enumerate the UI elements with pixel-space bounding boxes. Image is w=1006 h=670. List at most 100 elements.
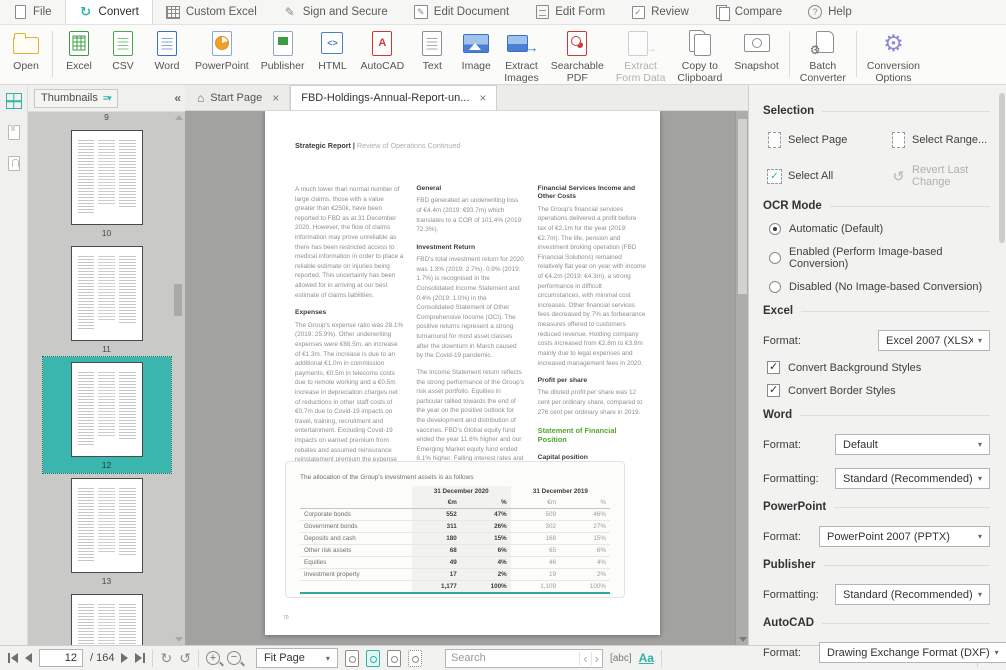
- prev-page-button[interactable]: [25, 653, 32, 663]
- toolbar-batch-converter[interactable]: Batch Converter: [794, 29, 852, 84]
- menu-tab-help[interactable]: Help: [795, 0, 865, 24]
- select-range-button[interactable]: Select Range...: [891, 132, 990, 148]
- options-panel-scrollbar[interactable]: [999, 93, 1005, 243]
- thumbnails-panel-icon[interactable]: [6, 93, 22, 109]
- thumbnail-page-10[interactable]: 10: [43, 125, 171, 241]
- thumbnail-page-11[interactable]: 11: [43, 241, 171, 357]
- doc-tab-fbd-holdings-annual-report-u[interactable]: FBD-Holdings-Annual-Report-un...: [290, 85, 497, 110]
- toolbar-item-label: Snapshot: [734, 60, 778, 72]
- thumbnail-page-13[interactable]: 13: [43, 473, 171, 589]
- toolbar-excel[interactable]: Excel: [57, 29, 101, 72]
- zoom-in-button[interactable]: [206, 651, 220, 665]
- menu-tab-sign-and-secure[interactable]: Sign and Secure: [270, 0, 401, 24]
- section-publisher-formatting-dropdown[interactable]: Standard (Recommended)▾: [835, 584, 990, 605]
- page-number-input[interactable]: [39, 649, 83, 667]
- toolbar-image[interactable]: Image: [454, 29, 498, 72]
- thumbnail-page-9[interactable]: 9: [43, 112, 171, 125]
- section-excel: ExcelFormat:Excel 2007 (XLSX)▾Convert Ba…: [763, 305, 990, 397]
- scroll-up-icon[interactable]: [175, 115, 183, 120]
- toolbar-open[interactable]: Open: [4, 29, 48, 72]
- radio-icon: [769, 252, 781, 264]
- menu-tab-custom-excel[interactable]: Custom Excel: [153, 0, 270, 24]
- bookmarks-panel-icon[interactable]: [8, 125, 20, 140]
- search-next-icon[interactable]: [591, 652, 602, 665]
- toolbar-conversion-options[interactable]: Conversion Options: [861, 29, 926, 84]
- toolbar-item-label: Word: [155, 60, 180, 72]
- select-page-button[interactable]: Select Page: [767, 132, 885, 148]
- toolbar-copy-to-clipboard[interactable]: Copy to Clipboard: [671, 29, 728, 84]
- toolbar-snapshot[interactable]: Snapshot: [728, 29, 784, 72]
- section-word-format-dropdown[interactable]: Default▾: [835, 434, 990, 455]
- menu-tab-compare[interactable]: Compare: [702, 0, 795, 24]
- toolbar-separator: [856, 31, 857, 77]
- menu-tab-edit-form[interactable]: Edit Form: [522, 0, 618, 24]
- scroll-down-icon[interactable]: [175, 637, 183, 642]
- table-cell: 180: [412, 533, 461, 545]
- table-cell: 46: [511, 557, 560, 569]
- match-case-icon[interactable]: Aa: [639, 651, 654, 665]
- menu-tab-file[interactable]: File: [0, 0, 65, 24]
- table-units-row: €m%€m%: [300, 497, 610, 509]
- close-icon[interactable]: [479, 91, 486, 105]
- ocr-option-automatic[interactable]: Automatic (Default): [763, 223, 990, 235]
- table-icon: [166, 5, 180, 19]
- convert-border-styles-checkbox[interactable]: Convert Border Styles: [763, 384, 990, 397]
- zoom-out-button[interactable]: [227, 651, 241, 665]
- convert-background-styles-checkbox[interactable]: Convert Background Styles: [763, 361, 990, 374]
- scrollbar-thumb[interactable]: [174, 284, 182, 316]
- toolbar-csv[interactable]: CSV: [101, 29, 145, 72]
- view-facing-pages-icon[interactable]: [387, 650, 401, 667]
- thumbnail-page-14[interactable]: 14: [43, 589, 171, 645]
- toolbar-extract-form-data: Extract Form Data: [610, 29, 672, 84]
- last-page-button[interactable]: [135, 653, 145, 663]
- edit-icon: [414, 5, 428, 19]
- toolbar-publisher[interactable]: Publisher: [255, 29, 311, 72]
- document-scrollbar[interactable]: [735, 111, 748, 645]
- table-caption: The allocation of the Group's investment…: [300, 474, 610, 481]
- toolbar-autocad[interactable]: AutoCAD: [354, 29, 410, 72]
- zoom-fit-dropdown[interactable]: Fit Page ▾: [256, 648, 338, 668]
- toolbar-searchable-pdf[interactable]: Searchable PDF: [545, 29, 610, 84]
- section-autocad-format-dropdown[interactable]: Drawing Exchange Format (DXF)▾: [819, 642, 1006, 663]
- doc-tab-start-page[interactable]: Start Page: [187, 85, 290, 110]
- scroll-down-icon[interactable]: [739, 637, 747, 642]
- match-whole-word-icon[interactable]: [abc]: [610, 653, 632, 664]
- excel-format-dropdown[interactable]: Excel 2007 (XLSX)▾: [878, 330, 990, 351]
- ocr-option-enabled[interactable]: Enabled (Perform Image-based Conversion): [763, 246, 990, 270]
- collapse-panel-icon[interactable]: [174, 91, 181, 105]
- menu-tab-convert[interactable]: Convert: [65, 0, 153, 24]
- table-total-row: 1,177100%1,109100%: [300, 581, 610, 594]
- view-single-page-icon[interactable]: [345, 650, 359, 667]
- next-page-button[interactable]: [121, 653, 128, 663]
- toolbar-html[interactable]: HTML: [310, 29, 354, 72]
- scrollbar-thumb[interactable]: [738, 119, 747, 294]
- thumbnail-page-12[interactable]: 12: [43, 357, 171, 473]
- rotate-clockwise-button[interactable]: [160, 651, 172, 665]
- menu-tab-edit-document[interactable]: Edit Document: [401, 0, 522, 24]
- section-word-formatting-dropdown[interactable]: Standard (Recommended)▾: [835, 468, 990, 489]
- toolbar-powerpoint[interactable]: PowerPoint: [189, 29, 255, 72]
- search-prev-icon[interactable]: [579, 652, 590, 665]
- toolbar-word[interactable]: Word: [145, 29, 189, 72]
- pdf-page[interactable]: Strategic Report | Review of Operations …: [265, 111, 660, 635]
- first-page-button[interactable]: [8, 653, 18, 663]
- view-marked-pages-icon[interactable]: [408, 650, 422, 667]
- search-input[interactable]: [446, 652, 579, 664]
- select-all-button[interactable]: Select All: [767, 164, 885, 188]
- thumbnail-scrollbar[interactable]: [173, 112, 184, 645]
- section-powerpoint-format-dropdown[interactable]: PowerPoint 2007 (PPTX)▾: [819, 526, 990, 547]
- attachments-panel-icon[interactable]: [8, 156, 20, 171]
- thumbnail-page-label: 10: [102, 228, 111, 238]
- ocr-option-disabled[interactable]: Disabled (No Image-based Conversion): [763, 281, 990, 293]
- thumbnail-text-column: [78, 604, 95, 645]
- thumbnails-dropdown[interactable]: Thumbnails: [34, 89, 118, 108]
- view-continuous-icon[interactable]: [366, 650, 380, 667]
- toolbar-text[interactable]: Text: [410, 29, 454, 72]
- table-group-header: 31 December 2019: [511, 486, 610, 497]
- section-selection: SelectionSelect PageSelect Range...Selec…: [763, 105, 990, 188]
- menu-tab-label: Compare: [735, 6, 782, 18]
- close-icon[interactable]: [272, 91, 279, 105]
- rotate-counterclockwise-button[interactable]: [179, 651, 191, 665]
- menu-tab-review[interactable]: Review: [618, 0, 702, 24]
- toolbar-extract-images[interactable]: Extract Images: [498, 29, 544, 84]
